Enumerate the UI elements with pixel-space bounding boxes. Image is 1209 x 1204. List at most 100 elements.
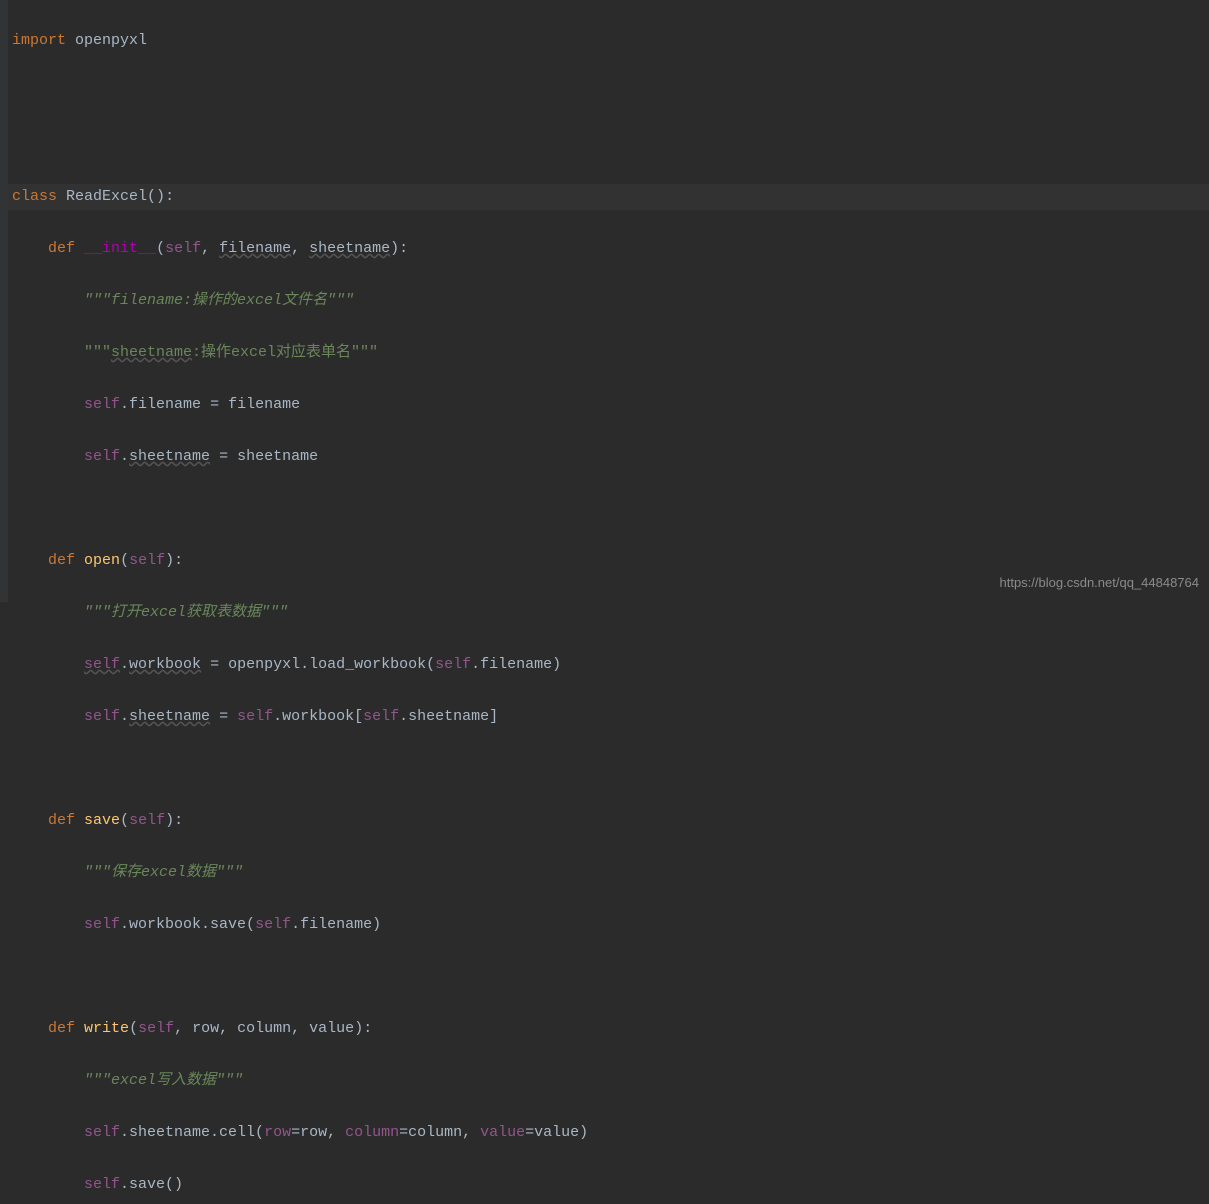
code-line[interactable] bbox=[12, 496, 1209, 522]
code-line[interactable] bbox=[12, 964, 1209, 990]
eq: = bbox=[201, 396, 228, 413]
expr: .workbook.save( bbox=[120, 916, 255, 933]
code-line[interactable]: self.save() bbox=[12, 1172, 1209, 1198]
comma: , bbox=[291, 240, 309, 257]
function-name: save bbox=[84, 812, 120, 829]
rhs: filename bbox=[228, 396, 300, 413]
code-line[interactable]: def write(self, row, column, value): bbox=[12, 1016, 1209, 1042]
code-line[interactable]: """保存excel数据""" bbox=[12, 860, 1209, 886]
expr: =column bbox=[399, 1124, 462, 1141]
code-line[interactable]: def __init__(self, filename, sheetname): bbox=[12, 236, 1209, 262]
dot: . bbox=[120, 708, 129, 725]
code-line[interactable]: """打开excel获取表数据""" bbox=[12, 600, 1209, 626]
kwarg: column bbox=[345, 1124, 399, 1141]
comma: , bbox=[291, 1020, 309, 1037]
dot: . bbox=[120, 448, 129, 465]
eq: = bbox=[210, 448, 237, 465]
comma: , bbox=[462, 1124, 480, 1141]
self: self bbox=[255, 916, 291, 933]
kwarg: value bbox=[480, 1124, 525, 1141]
docstring: """保存excel数据""" bbox=[84, 864, 243, 881]
comma: , bbox=[219, 1020, 237, 1037]
eq: = bbox=[210, 708, 237, 725]
docstring: """ bbox=[84, 344, 111, 361]
docstring: :操作excel对应表单名""" bbox=[192, 344, 378, 361]
code-line[interactable] bbox=[12, 756, 1209, 782]
code-line[interactable]: self.workbook.save(self.filename) bbox=[12, 912, 1209, 938]
paren: ): bbox=[390, 240, 408, 257]
module: openpyxl bbox=[75, 32, 147, 49]
self: self bbox=[84, 656, 120, 673]
keyword: def bbox=[48, 552, 75, 569]
docstring: """filename:操作的excel文件名""" bbox=[84, 292, 354, 309]
docstring: """excel写入数据""" bbox=[84, 1072, 243, 1089]
paren: () bbox=[147, 188, 165, 205]
dot: . bbox=[120, 656, 129, 673]
function-name: write bbox=[84, 1020, 129, 1037]
paren: ( bbox=[129, 1020, 138, 1037]
docstring: sheetname bbox=[111, 344, 192, 361]
self: self bbox=[84, 396, 120, 413]
paren: ( bbox=[120, 552, 129, 569]
colon: : bbox=[165, 188, 174, 205]
expr: =row bbox=[291, 1124, 327, 1141]
paren: ): bbox=[165, 552, 183, 569]
dunder: __init__ bbox=[84, 240, 156, 257]
code-line-highlighted[interactable]: class ReadExcel(): bbox=[0, 184, 1209, 210]
docstring: """打开excel获取表数据""" bbox=[84, 604, 288, 621]
keyword: def bbox=[48, 812, 75, 829]
expr: .sheetname.cell( bbox=[120, 1124, 264, 1141]
expr: = openpyxl.load_workbook( bbox=[201, 656, 435, 673]
gutter bbox=[0, 0, 8, 602]
code-line[interactable]: """filename:操作的excel文件名""" bbox=[12, 288, 1209, 314]
code-line[interactable]: """sheetname:操作excel对应表单名""" bbox=[12, 340, 1209, 366]
param: sheetname bbox=[309, 240, 390, 257]
self: self bbox=[129, 552, 165, 569]
code-line[interactable]: self.sheetname.cell(row=row, column=colu… bbox=[12, 1120, 1209, 1146]
attr: sheetname bbox=[129, 448, 210, 465]
dot: . bbox=[120, 396, 129, 413]
expr: .save() bbox=[120, 1176, 183, 1193]
expr: .filename) bbox=[471, 656, 561, 673]
self: self bbox=[84, 1124, 120, 1141]
expr: .filename) bbox=[291, 916, 381, 933]
param: column bbox=[237, 1020, 291, 1037]
param: row bbox=[192, 1020, 219, 1037]
code-line[interactable]: def save(self): bbox=[12, 808, 1209, 834]
paren: ( bbox=[120, 812, 129, 829]
code-line[interactable]: self.filename = filename bbox=[12, 392, 1209, 418]
code-line[interactable]: import openpyxl bbox=[12, 28, 1209, 54]
code-line[interactable]: self.workbook = openpyxl.load_workbook(s… bbox=[12, 652, 1209, 678]
comma: , bbox=[201, 240, 219, 257]
self: self bbox=[84, 708, 120, 725]
code-line[interactable]: """excel写入数据""" bbox=[12, 1068, 1209, 1094]
code-line[interactable]: self.sheetname = self.workbook[self.shee… bbox=[12, 704, 1209, 730]
code-line[interactable] bbox=[12, 80, 1209, 106]
class-name: ReadExcel bbox=[66, 188, 147, 205]
attr: filename bbox=[129, 396, 201, 413]
attr: sheetname bbox=[129, 708, 210, 725]
kwarg: row bbox=[264, 1124, 291, 1141]
code-line[interactable]: self.sheetname = sheetname bbox=[12, 444, 1209, 470]
paren: ): bbox=[354, 1020, 372, 1037]
self: self bbox=[84, 916, 120, 933]
code-line[interactable] bbox=[12, 132, 1209, 158]
code-editor[interactable]: import openpyxl class ReadExcel(): def _… bbox=[0, 0, 1209, 1204]
watermark: https://blog.csdn.net/qq_44848764 bbox=[1000, 570, 1200, 596]
keyword: def bbox=[48, 1020, 75, 1037]
self: self bbox=[435, 656, 471, 673]
self: self bbox=[237, 708, 273, 725]
param: value bbox=[309, 1020, 354, 1037]
function-name: open bbox=[84, 552, 120, 569]
self: self bbox=[129, 812, 165, 829]
keyword: class bbox=[12, 188, 57, 205]
comma: , bbox=[327, 1124, 345, 1141]
paren: ): bbox=[165, 812, 183, 829]
paren: ( bbox=[156, 240, 165, 257]
self: self bbox=[84, 1176, 120, 1193]
attr: workbook bbox=[129, 656, 201, 673]
expr: =value) bbox=[525, 1124, 588, 1141]
self: self bbox=[363, 708, 399, 725]
self: self bbox=[138, 1020, 174, 1037]
self: self bbox=[84, 448, 120, 465]
